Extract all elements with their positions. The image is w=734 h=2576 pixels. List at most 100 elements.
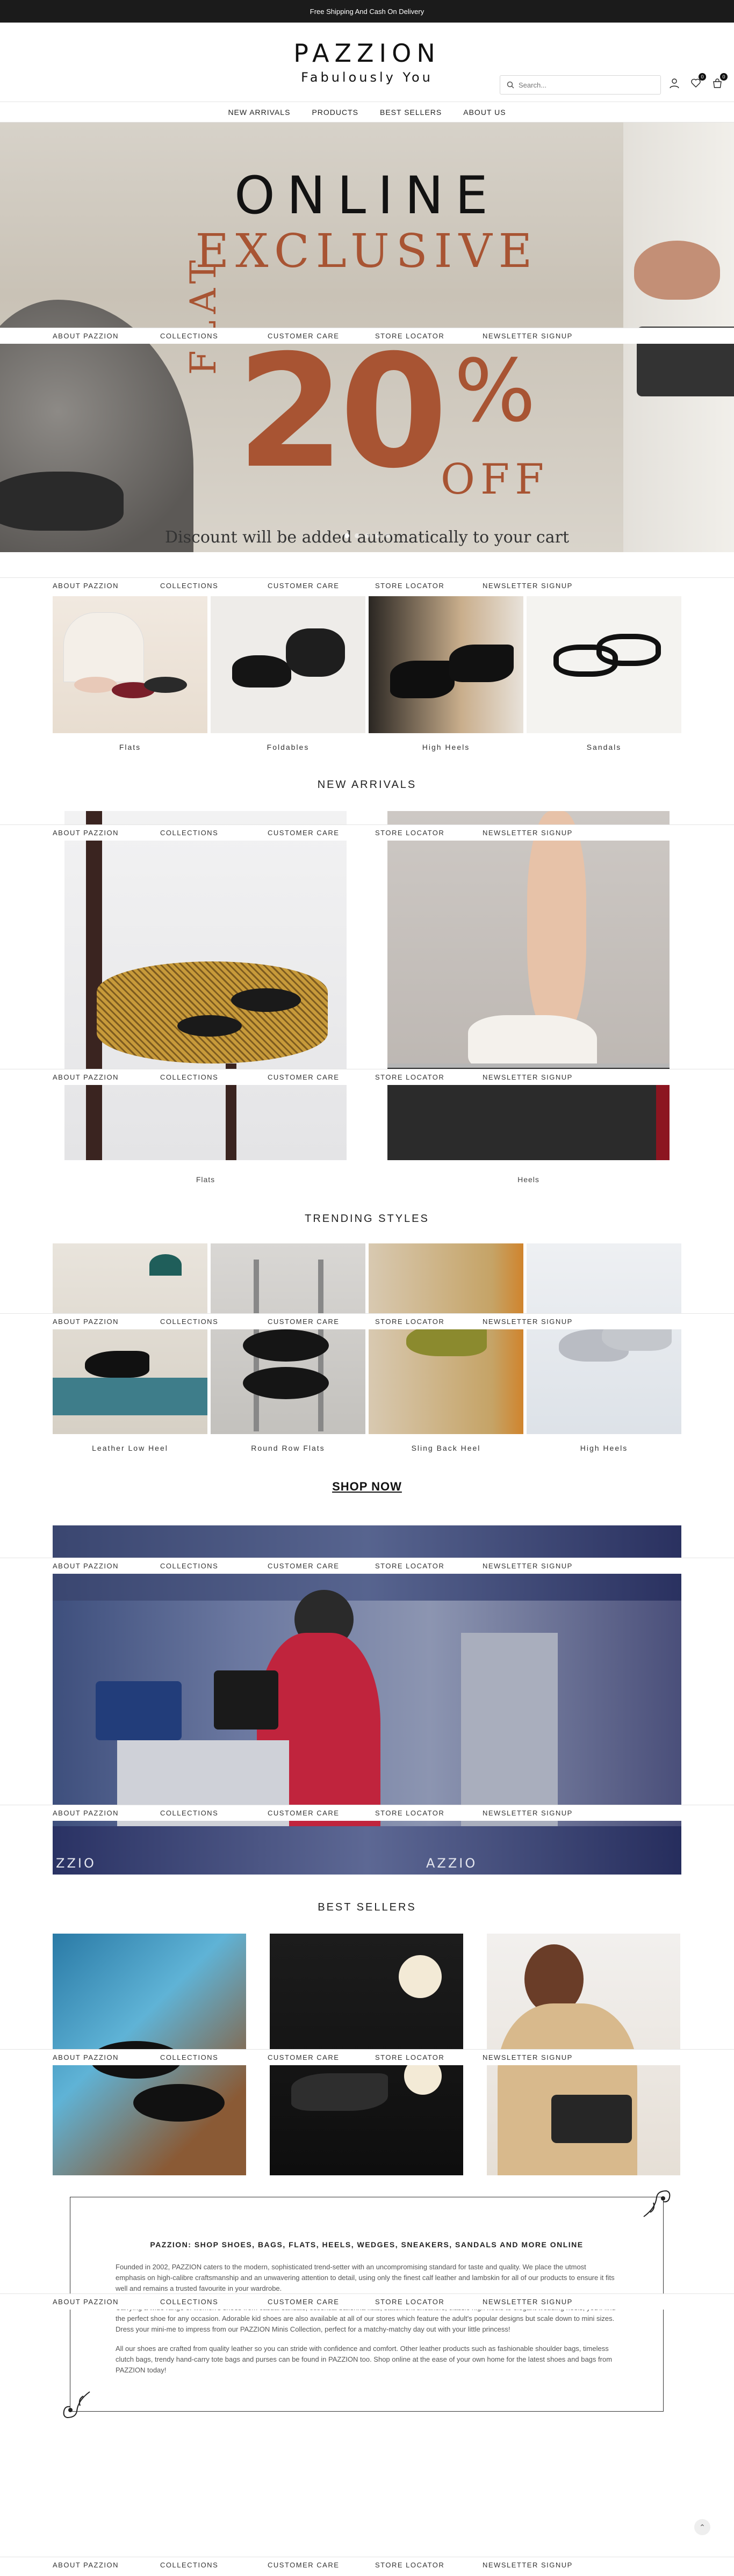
link-store-locator[interactable]: STORE LOCATOR [375, 332, 483, 340]
slider-dot[interactable] [385, 533, 390, 538]
about-paragraph: Founded in 2002, PAZZION caters to the m… [116, 2263, 615, 2292]
nav-about-us[interactable]: ABOUT US [463, 108, 506, 117]
back-to-top-button[interactable]: ⌃ [694, 2519, 710, 2535]
nav-best-sellers[interactable]: BEST SELLERS [380, 108, 442, 117]
link-store-locator[interactable]: STORE LOCATOR [375, 1809, 483, 1817]
new-arrival-label: Heels [517, 1175, 539, 1184]
link-about-pazzion[interactable]: ABOUT PAZZION [53, 1562, 160, 1570]
link-customer-care[interactable]: CUSTOMER CARE [268, 1073, 375, 1081]
link-newsletter-signup[interactable]: NEWSLETTER SIGNUP [483, 829, 590, 837]
new-arrival-card[interactable]: Flats [64, 811, 347, 1184]
link-customer-care[interactable]: CUSTOMER CARE [268, 829, 375, 837]
cart-icon[interactable]: 0 [710, 73, 728, 90]
link-customer-care[interactable]: CUSTOMER CARE [268, 582, 375, 590]
link-about-pazzion[interactable]: ABOUT PAZZION [53, 2053, 160, 2061]
trending-label: Sling Back Heel [411, 1444, 481, 1452]
new-arrivals-title: NEW ARRIVALS [317, 779, 417, 791]
trending-card[interactable]: High Heels [527, 1243, 681, 1452]
account-icon[interactable] [667, 76, 681, 90]
link-collections[interactable]: COLLECTIONS [160, 1809, 268, 1817]
link-customer-care[interactable]: CUSTOMER CARE [268, 1562, 375, 1570]
link-customer-care[interactable]: CUSTOMER CARE [268, 332, 375, 340]
ornament-corner-icon [643, 2190, 671, 2217]
new-arrival-image-flats [64, 811, 347, 1160]
hero-subtitle: EXCLUSIVE [195, 225, 539, 278]
trending-card[interactable]: Round Row Flats [211, 1243, 365, 1452]
link-store-locator[interactable]: STORE LOCATOR [375, 582, 483, 590]
link-customer-care[interactable]: CUSTOMER CARE [268, 2561, 375, 2569]
link-customer-care[interactable]: CUSTOMER CARE [268, 2053, 375, 2061]
hero-flat-text: FLAT [183, 254, 224, 375]
link-about-pazzion[interactable]: ABOUT PAZZION [53, 332, 160, 340]
wishlist-count-badge: 0 [699, 73, 706, 81]
about-paragraph: All our shoes are crafted from quality l… [116, 2345, 613, 2374]
link-newsletter-signup[interactable]: NEWSLETTER SIGNUP [483, 1073, 590, 1081]
link-collections[interactable]: COLLECTIONS [160, 582, 268, 590]
trending-card[interactable]: Leather Low Heel [53, 1243, 207, 1452]
link-collections[interactable]: COLLECTIONS [160, 332, 268, 340]
trending-card[interactable]: Sling Back Heel [369, 1243, 523, 1452]
nav-new-arrivals[interactable]: NEW ARRIVALS [228, 108, 290, 117]
link-about-pazzion[interactable]: ABOUT PAZZION [53, 1318, 160, 1326]
shop-now: SHOP NOW [0, 1480, 734, 1494]
link-collections[interactable]: COLLECTIONS [160, 1073, 268, 1081]
link-collections[interactable]: COLLECTIONS [160, 1562, 268, 1570]
link-newsletter-signup[interactable]: NEWSLETTER SIGNUP [483, 2053, 590, 2061]
link-newsletter-signup[interactable]: NEWSLETTER SIGNUP [483, 2561, 590, 2569]
link-store-locator[interactable]: STORE LOCATOR [375, 1318, 483, 1326]
link-about-pazzion[interactable]: ABOUT PAZZION [53, 582, 160, 590]
promo-banner-image[interactable]: ZZIO AZZIO [53, 1525, 681, 1875]
link-newsletter-signup[interactable]: NEWSLETTER SIGNUP [483, 332, 590, 340]
announcement-text: Free Shipping And Cash On Delivery [310, 7, 424, 16]
link-about-pazzion[interactable]: ABOUT PAZZION [53, 1809, 160, 1817]
link-collections[interactable]: COLLECTIONS [160, 2053, 268, 2061]
link-customer-care[interactable]: CUSTOMER CARE [268, 1318, 375, 1326]
footer-links-row: ABOUT PAZZION COLLECTIONS CUSTOMER CARE … [0, 2049, 734, 2065]
link-store-locator[interactable]: STORE LOCATOR [375, 2298, 483, 2306]
site-header: PAZZION Fabulously You 0 0 [0, 23, 734, 102]
slider-dot[interactable] [354, 533, 359, 538]
search-input[interactable] [519, 81, 647, 89]
link-store-locator[interactable]: STORE LOCATOR [375, 1073, 483, 1081]
category-card[interactable]: Sandals [527, 596, 681, 751]
nav-products[interactable]: PRODUCTS [312, 108, 358, 117]
link-newsletter-signup[interactable]: NEWSLETTER SIGNUP [483, 1318, 590, 1326]
link-about-pazzion[interactable]: ABOUT PAZZION [53, 2298, 160, 2306]
slider-dot[interactable] [364, 533, 370, 538]
category-card[interactable]: Flats [53, 596, 207, 751]
trending-image-high-heels [527, 1243, 681, 1434]
new-arrival-card[interactable]: Heels [387, 811, 670, 1184]
slider-dot[interactable] [344, 533, 349, 538]
shop-now-link[interactable]: SHOP NOW [332, 1480, 402, 1493]
footer-links-row: ABOUT PAZZION COLLECTIONS CUSTOMER CARE … [0, 2557, 734, 2573]
link-newsletter-signup[interactable]: NEWSLETTER SIGNUP [483, 2298, 590, 2306]
link-store-locator[interactable]: STORE LOCATOR [375, 1562, 483, 1570]
link-store-locator[interactable]: STORE LOCATOR [375, 2561, 483, 2569]
search-box[interactable] [500, 75, 661, 95]
link-newsletter-signup[interactable]: NEWSLETTER SIGNUP [483, 582, 590, 590]
link-about-pazzion[interactable]: ABOUT PAZZION [53, 2561, 160, 2569]
link-about-pazzion[interactable]: ABOUT PAZZION [53, 1073, 160, 1081]
new-arrival-image-heels [387, 811, 670, 1160]
category-card[interactable]: Foldables [211, 596, 365, 751]
trending-grid: Leather Low Heel Round Row Flats Sling B… [53, 1243, 681, 1452]
trending-image-sling-back-heel [369, 1243, 523, 1434]
link-collections[interactable]: COLLECTIONS [160, 829, 268, 837]
cart-count-badge: 0 [720, 73, 728, 81]
slider-dot[interactable] [375, 533, 380, 538]
link-customer-care[interactable]: CUSTOMER CARE [268, 1809, 375, 1817]
footer-links-row: ABOUT PAZZION COLLECTIONS CUSTOMER CARE … [0, 328, 734, 344]
link-newsletter-signup[interactable]: NEWSLETTER SIGNUP [483, 1562, 590, 1570]
category-grid: Flats Foldables High Heels Sandals [53, 596, 681, 751]
link-collections[interactable]: COLLECTIONS [160, 1318, 268, 1326]
link-customer-care[interactable]: CUSTOMER CARE [268, 2298, 375, 2306]
link-store-locator[interactable]: STORE LOCATOR [375, 2053, 483, 2061]
wishlist-icon[interactable]: 0 [689, 73, 706, 90]
link-collections[interactable]: COLLECTIONS [160, 2298, 268, 2306]
category-card[interactable]: High Heels [369, 596, 523, 751]
link-newsletter-signup[interactable]: NEWSLETTER SIGNUP [483, 1809, 590, 1817]
announcement-bar: Free Shipping And Cash On Delivery [0, 0, 734, 23]
link-store-locator[interactable]: STORE LOCATOR [375, 829, 483, 837]
link-collections[interactable]: COLLECTIONS [160, 2561, 268, 2569]
link-about-pazzion[interactable]: ABOUT PAZZION [53, 829, 160, 837]
